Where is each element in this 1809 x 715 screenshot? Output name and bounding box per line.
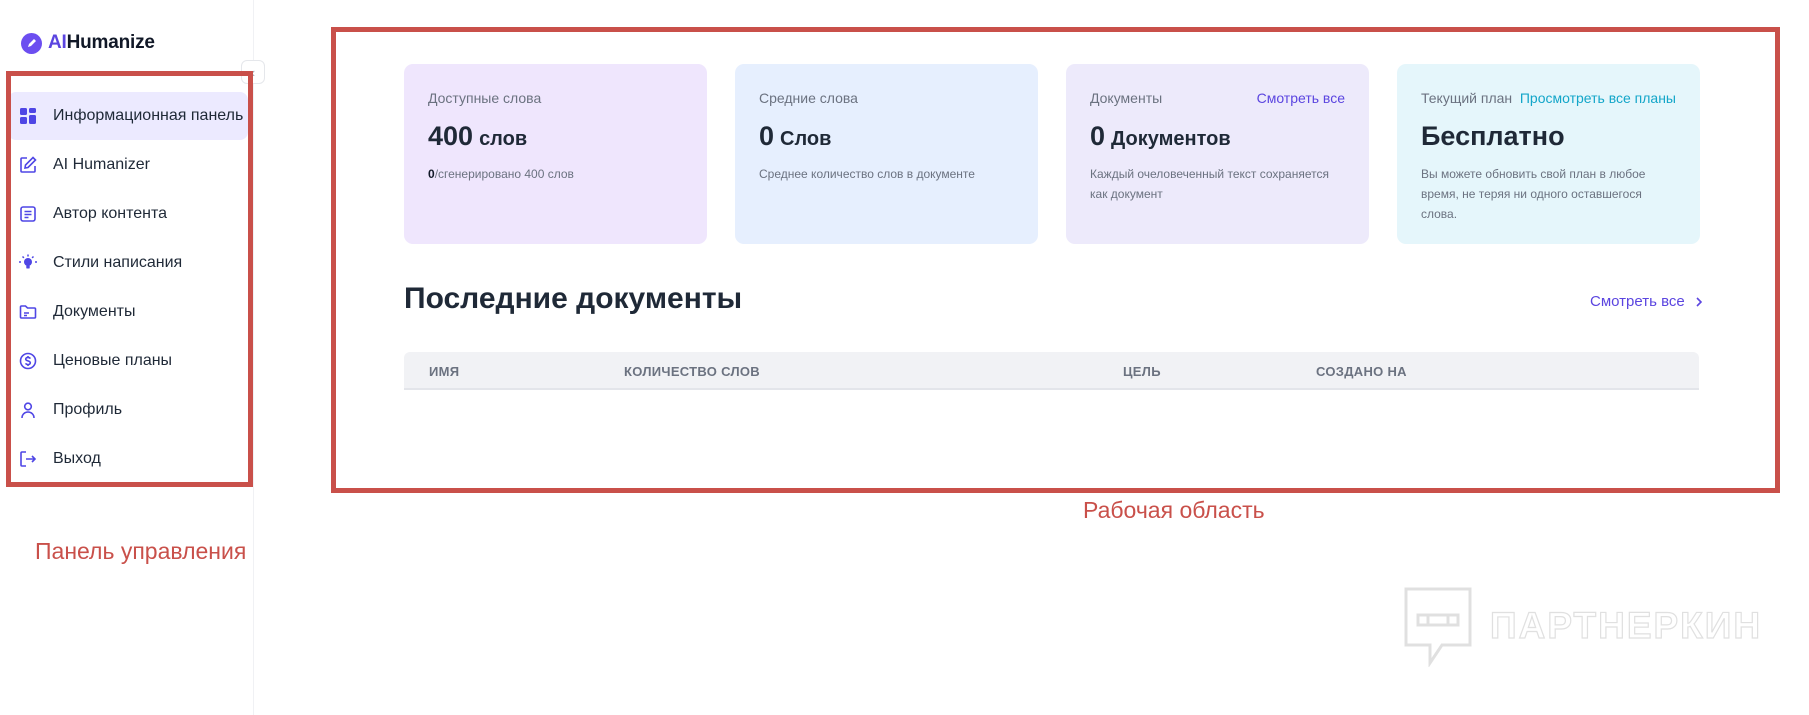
sidebar-item-label: Автор контента: [53, 205, 168, 222]
folder-icon: [17, 301, 39, 323]
sidebar-item-label: AI Humanizer: [53, 156, 150, 173]
card-value: 0: [759, 121, 775, 151]
card-note: /сгенерировано 400 слов: [434, 167, 574, 181]
card-unit: Слов: [780, 128, 832, 150]
available-words-card: Доступные слова 400 слов 0/сгенерировано…: [404, 64, 707, 244]
current-plan-card: Текущий план Просмотреть все планы Беспл…: [1397, 64, 1700, 244]
watermark-logo-icon: [1404, 587, 1472, 667]
page: AIHumanize ‹ Информационная панель AI Hu…: [0, 0, 1809, 715]
user-icon: [17, 399, 39, 421]
watermark-text: ПАРТНЕРКИН: [1489, 604, 1763, 646]
sidebar-item-label: Информационная панель: [53, 107, 244, 124]
card-title: Средние слова: [759, 90, 858, 106]
lightbulb-icon: [17, 252, 39, 274]
card-note: Вы можете обновить свой план в любое вре…: [1421, 167, 1646, 221]
documents-card: Документы Смотреть все 0 Документов Кажд…: [1066, 64, 1369, 244]
sidebar-item-documents[interactable]: Документы: [8, 288, 248, 336]
watermark: ПАРТНЕРКИН: [1402, 585, 1762, 667]
recent-documents-title: Последние документы: [404, 282, 743, 315]
card-unit: Документов: [1111, 128, 1231, 150]
sidebar-item-writing-styles[interactable]: Стили написания: [8, 239, 248, 287]
column-header-goal[interactable]: ЦЕЛЬ: [1123, 364, 1161, 379]
card-value: 0: [1090, 121, 1106, 151]
sidebar-item-label: Профиль: [53, 401, 123, 418]
logo-ai-text: AI: [48, 32, 67, 53]
card-title: Текущий план: [1421, 90, 1513, 106]
sidebar-item-pricing-plans[interactable]: Ценовые планы: [8, 337, 248, 385]
card-title: Документы: [1090, 90, 1163, 106]
documents-see-all-link[interactable]: Смотреть все: [1257, 90, 1345, 106]
pen-logo-icon: [21, 32, 42, 54]
sidebar-item-label: Выход: [53, 450, 101, 467]
sidebar-item-label: Документы: [53, 303, 136, 320]
app-logo[interactable]: AIHumanize: [21, 32, 155, 54]
sidebar-item-content-author[interactable]: Автор контента: [8, 190, 248, 238]
document-text-icon: [17, 203, 39, 225]
sidebar-item-ai-humanizer[interactable]: AI Humanizer: [8, 141, 248, 189]
sidebar-item-logout[interactable]: Выход: [8, 435, 248, 483]
sidebar-item-label: Стили написания: [53, 254, 183, 271]
dollar-circle-icon: [17, 350, 39, 372]
sidebar: AIHumanize ‹ Информационная панель AI Hu…: [0, 0, 265, 715]
card-value: 400: [428, 121, 474, 151]
sidebar-annotation-label: Панель управления: [35, 538, 247, 564]
column-header-word-count[interactable]: КОЛИЧЕСТВО СЛОВ: [624, 364, 760, 379]
column-header-created-at[interactable]: СОЗДАНО НА: [1316, 364, 1407, 379]
workspace-annotation-label: Рабочая область: [1083, 497, 1265, 523]
card-note: Каждый очеловеченный текст сохраняется к…: [1090, 167, 1329, 201]
sidebar-item-profile[interactable]: Профиль: [8, 386, 248, 434]
chevron-right-icon: [1696, 296, 1702, 307]
card-title: Доступные слова: [428, 90, 542, 106]
column-header-name[interactable]: ИМЯ: [429, 364, 459, 379]
logout-icon: [17, 448, 39, 470]
plan-name: Бесплатно: [1421, 121, 1565, 151]
dashboard-icon: [17, 105, 39, 127]
sidebar-collapse-button[interactable]: ‹: [241, 60, 265, 84]
see-all-label: Смотреть все: [1590, 293, 1685, 310]
logo-name-text: Humanize: [66, 32, 155, 53]
card-note: Среднее количество слов в документе: [759, 167, 975, 181]
card-unit: слов: [479, 128, 528, 150]
average-words-card: Средние слова 0 Слов Среднее количество …: [735, 64, 1038, 244]
sidebar-item-label: Ценовые планы: [53, 352, 173, 369]
sidebar-nav: Информационная панель AI Humanizer Автор…: [8, 92, 248, 484]
chevron-left-icon: ‹: [250, 64, 256, 80]
card-note-bold: 0: [428, 167, 435, 181]
documents-table-header: ИМЯ КОЛИЧЕСТВО СЛОВ ЦЕЛЬ СОЗДАНО НА: [404, 352, 1699, 390]
edit-icon: [17, 154, 39, 176]
recent-see-all-link[interactable]: Смотреть все: [1590, 293, 1703, 310]
view-all-plans-link[interactable]: Просмотреть все планы: [1520, 90, 1676, 106]
sidebar-item-dashboard[interactable]: Информационная панель: [8, 92, 248, 140]
